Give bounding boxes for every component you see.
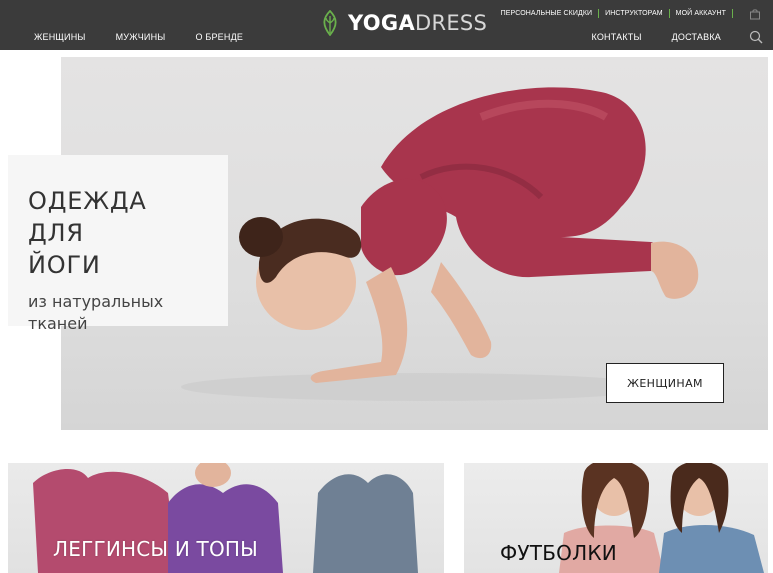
- nav-women[interactable]: ЖЕНЩИНЫ: [34, 32, 86, 42]
- logo-text-bold: YOGA: [348, 11, 415, 35]
- main-nav-right: КОНТАКТЫ ДОСТАВКА: [561, 32, 721, 42]
- top-utility-links: ПЕРСОНАЛЬНЫЕ СКИДКИ ИНСТРУКТОРАМ МОЙ АКК…: [495, 9, 733, 18]
- category-card-leggings-tops[interactable]: ЛЕГГИНСЫ И ТОПЫ: [8, 463, 444, 573]
- leaf-icon: [323, 10, 337, 36]
- main-nav-left: ЖЕНЩИНЫ МУЖЧИНЫ О БРЕНДЕ: [34, 32, 273, 42]
- hero-title-line-1: ОДЕЖДА ДЛЯ: [28, 187, 147, 247]
- hero-text-box: ОДЕЖДА ДЛЯ ЙОГИ из натуральных тканей: [8, 155, 228, 333]
- logo-text-light: DRESS: [415, 11, 488, 35]
- link-personal-discounts[interactable]: ПЕРСОНАЛЬНЫЕ СКИДКИ: [495, 9, 600, 18]
- category-label-tshirts: ФУТБОЛКИ: [500, 541, 617, 565]
- site-logo[interactable]: YOGADRESS: [320, 10, 487, 36]
- nav-men[interactable]: МУЖЧИНЫ: [116, 32, 166, 42]
- hero-title-line-2: ЙОГИ: [28, 251, 101, 279]
- link-my-account[interactable]: МОЙ АККАУНТ: [670, 9, 733, 18]
- category-label-leggings-tops: ЛЕГГИНСЫ И ТОПЫ: [53, 537, 259, 561]
- hero-subtitle-line-1: из натуральных: [28, 292, 164, 311]
- logo-text: YOGADRESS: [348, 11, 487, 35]
- link-instructors[interactable]: ИНСТРУКТОРАМ: [599, 9, 670, 18]
- nav-about-brand[interactable]: О БРЕНДЕ: [195, 32, 243, 42]
- shop-women-button[interactable]: ЖЕНЩИНАМ: [606, 363, 724, 403]
- nav-contacts[interactable]: КОНТАКТЫ: [591, 32, 641, 42]
- site-header: ЖЕНЩИНЫ МУЖЧИНЫ О БРЕНДЕ YOGADRESS ПЕРСО…: [0, 0, 773, 50]
- nav-delivery[interactable]: ДОСТАВКА: [672, 32, 721, 42]
- hero-subtitle-line-2: тканей: [28, 314, 88, 333]
- bag-icon[interactable]: [749, 8, 761, 20]
- search-icon[interactable]: [749, 30, 763, 44]
- category-card-tshirts[interactable]: ФУТБОЛКИ: [464, 463, 768, 573]
